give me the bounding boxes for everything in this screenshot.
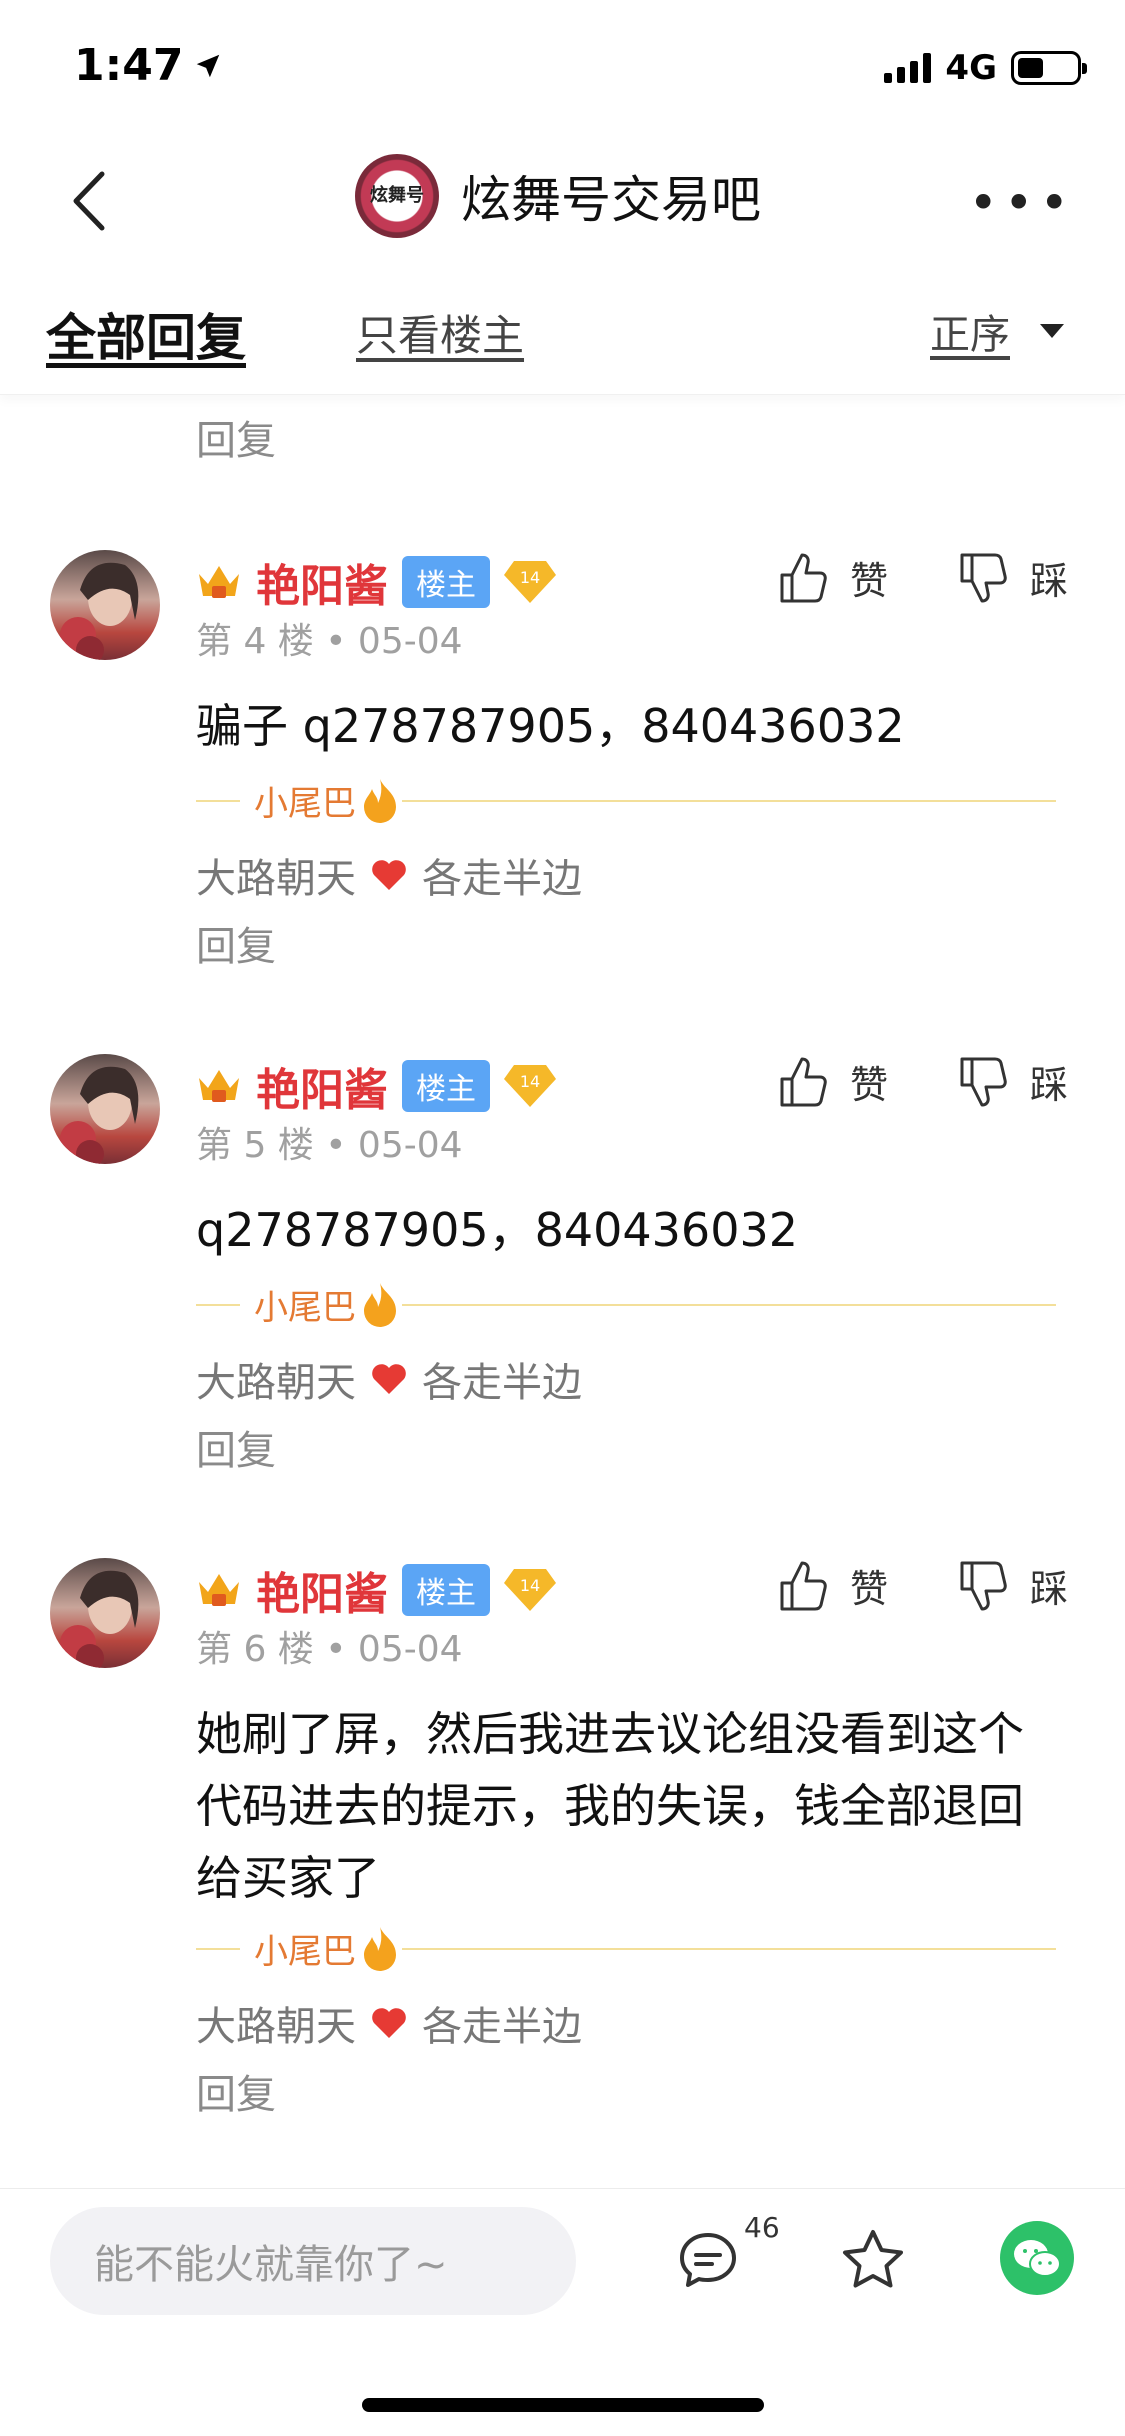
- star-icon[interactable]: [840, 2227, 906, 2293]
- comment-bubble-icon[interactable]: [676, 2229, 740, 2293]
- like-button[interactable]: 赞: [778, 1054, 888, 1109]
- forum-title: 炫舞号交易吧: [461, 171, 761, 229]
- network-type: 4G: [945, 48, 997, 88]
- signature: 大路朝天 各走半边: [196, 856, 582, 902]
- op-badge: 楼主: [402, 556, 490, 608]
- signature: 大路朝天 各走半边: [196, 1360, 582, 1406]
- svg-text:14: 14: [520, 1072, 540, 1091]
- thumbs-up-icon: [780, 1057, 827, 1106]
- heart-icon: [372, 860, 406, 890]
- heart-icon: [372, 1364, 406, 1394]
- heart-icon: [372, 2008, 406, 2038]
- like-label: 赞: [850, 559, 889, 603]
- home-indicator[interactable]: [362, 2398, 764, 2412]
- crown-icon: [199, 1574, 239, 1606]
- thumbs-down-icon: [960, 1057, 1007, 1106]
- battery-icon: [1011, 51, 1087, 85]
- post-floor-6: 艳阳酱 楼主 14 第 6 楼 • 05-04 赞 踩 她刷了屏，然后我进去议论…: [0, 1558, 1125, 2118]
- avatar[interactable]: [50, 1054, 160, 1164]
- like-label: 赞: [850, 1567, 889, 1611]
- reply-link[interactable]: 回复: [196, 408, 276, 466]
- flame-icon: [364, 1926, 396, 1971]
- like-button[interactable]: 赞: [778, 550, 888, 605]
- status-bar: 1:47 4G: [0, 0, 1125, 130]
- nav-bar: 炫舞号 炫舞号交易吧 •••: [0, 130, 1125, 270]
- tab-op-only[interactable]: 只看楼主: [356, 302, 524, 363]
- flame-icon: [364, 1282, 396, 1327]
- post-content: 骗子 q278787905，840436032: [196, 699, 905, 753]
- user-line: 艳阳酱 楼主 14: [196, 1054, 556, 1118]
- dislike-button[interactable]: 踩: [958, 1558, 1068, 1613]
- like-button[interactable]: 赞: [778, 1558, 888, 1613]
- status-time: 1:47: [74, 40, 223, 91]
- reply-link[interactable]: 回复: [196, 2062, 276, 2120]
- location-arrow-icon: [197, 54, 220, 77]
- thumbs-up-icon: [780, 553, 827, 602]
- signature-divider: 小尾巴: [196, 1274, 1056, 1334]
- sort-order-dropdown[interactable]: 正序: [930, 302, 1064, 360]
- user-line: 艳阳酱 楼主 14: [196, 550, 556, 614]
- like-label: 赞: [850, 1063, 889, 1107]
- post-floor-4: 艳阳酱 楼主 14 第 4 楼 • 05-04 赞 踩 骗子 q27878790…: [0, 550, 1125, 970]
- caret-down-icon: [1040, 324, 1064, 338]
- crown-icon: [199, 1070, 239, 1102]
- dislike-label: 踩: [1030, 1063, 1069, 1107]
- signal-icon: [884, 53, 932, 83]
- reply-filter-tabs: 全部回复 只看楼主 正序: [0, 270, 1125, 395]
- avatar[interactable]: [50, 550, 160, 660]
- dislike-button[interactable]: 踩: [958, 1054, 1068, 1109]
- avatar[interactable]: [50, 1558, 160, 1668]
- signature: 大路朝天 各走半边: [196, 2004, 582, 2050]
- comment-count: 46: [744, 2211, 780, 2244]
- dislike-label: 踩: [1030, 559, 1069, 603]
- clock-text: 1:47: [74, 40, 184, 91]
- tail-label: 小尾巴: [254, 784, 356, 824]
- svg-text:14: 14: [520, 568, 540, 587]
- post-floor-5: 艳阳酱 楼主 14 第 5 楼 • 05-04 赞 踩 q278787905，8…: [0, 1054, 1125, 1474]
- level-badge-icon: 14: [504, 1065, 556, 1107]
- username[interactable]: 艳阳酱: [256, 550, 388, 614]
- floor-meta: 第 5 楼 • 05-04: [196, 1125, 463, 1166]
- tab-all-replies[interactable]: 全部回复: [46, 298, 246, 370]
- comment-input[interactable]: 能不能火就靠你了~: [50, 2207, 576, 2315]
- tail-label: 小尾巴: [254, 1288, 356, 1328]
- dislike-label: 踩: [1030, 1567, 1069, 1611]
- signature-divider: 小尾巴: [196, 770, 1056, 830]
- post-content: 她刷了屏，然后我进去议论组没看到这个代码进去的提示，我的失误，钱全部退回给买家了: [196, 1707, 1024, 1905]
- username[interactable]: 艳阳酱: [256, 1054, 388, 1118]
- signature-divider: 小尾巴: [196, 1918, 1056, 1978]
- tail-label: 小尾巴: [254, 1932, 356, 1972]
- svg-text:14: 14: [520, 1576, 540, 1595]
- op-badge: 楼主: [402, 1564, 490, 1616]
- reply-link[interactable]: 回复: [196, 1418, 276, 1476]
- status-indicators: 4G: [884, 48, 1087, 88]
- forum-logo: 炫舞号: [355, 154, 439, 238]
- floor-meta: 第 6 楼 • 05-04: [196, 1629, 463, 1670]
- level-badge-icon: 14: [504, 561, 556, 603]
- thumbs-down-icon: [960, 1561, 1007, 1610]
- sort-label: 正序: [930, 312, 1010, 358]
- wechat-share-button[interactable]: [1000, 2221, 1074, 2295]
- more-icon[interactable]: •••: [969, 178, 1075, 228]
- thumbs-up-icon: [780, 1561, 827, 1610]
- username[interactable]: 艳阳酱: [256, 1558, 388, 1622]
- post-content: q278787905，840436032: [196, 1203, 798, 1257]
- forum-header[interactable]: 炫舞号 炫舞号交易吧: [355, 154, 761, 238]
- user-line: 艳阳酱 楼主 14: [196, 1558, 556, 1622]
- op-badge: 楼主: [402, 1060, 490, 1112]
- dislike-button[interactable]: 踩: [958, 550, 1068, 605]
- crown-icon: [199, 566, 239, 598]
- floor-meta: 第 4 楼 • 05-04: [196, 621, 463, 662]
- level-badge-icon: 14: [504, 1569, 556, 1611]
- reply-link[interactable]: 回复: [196, 914, 276, 972]
- comment-placeholder: 能不能火就靠你了~: [94, 2242, 448, 2288]
- flame-icon: [364, 778, 396, 823]
- wechat-icon: [1014, 2240, 1061, 2277]
- back-chevron-icon[interactable]: [58, 166, 128, 236]
- thumbs-down-icon: [960, 553, 1007, 602]
